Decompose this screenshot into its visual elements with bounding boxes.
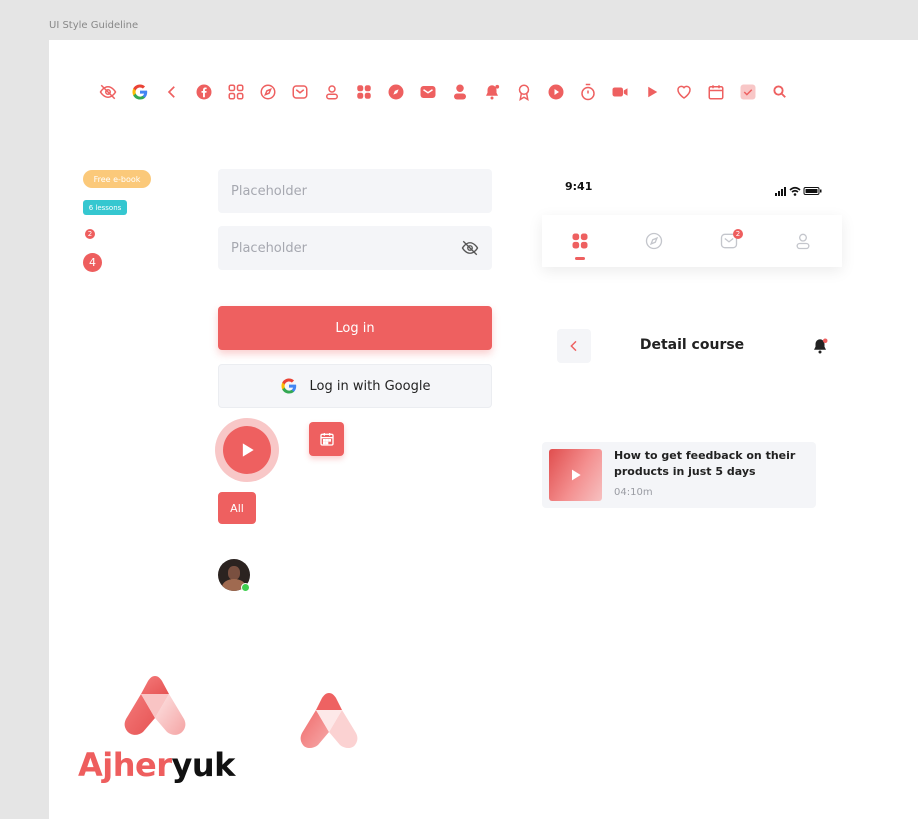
status-bar-icons [775,181,830,196]
play-icon [643,83,661,101]
text-input-placeholder: Placeholder [231,183,307,199]
play-icon [242,443,254,457]
tab-home[interactable] [570,231,590,251]
signal-icon [775,187,786,196]
chevron-left-icon [570,340,577,352]
tab-explore[interactable] [644,231,664,251]
eye-off-icon [99,83,117,101]
wifi-icon [789,186,801,196]
grid-filled-icon [572,233,588,249]
compass-filled-icon [387,83,405,101]
page-title: Detail course [639,337,745,353]
style-guide-canvas: Free e-book 6 lessons 2 4 Placeholder Pl… [49,40,918,819]
messages-count-badge: 2 [733,229,743,239]
status-bar-time: 9:41 [565,180,593,193]
course-card[interactable]: How to get feedback on their products in… [542,442,816,508]
large-count-badge: 4 [83,253,102,272]
compass-outline-icon [645,232,663,250]
award-icon [515,83,533,101]
google-login-label: Log in with Google [309,378,431,394]
brand-logo-mark [124,676,186,735]
notification-bell-icon[interactable] [811,337,829,355]
calendar-icon [319,433,334,446]
course-duration: 04:10m [614,487,653,498]
brand-wordmark-part2: yuk [171,746,236,784]
brand-wordmark-part1: Ajher [78,746,172,784]
eye-off-icon[interactable] [461,239,479,257]
facebook-icon [195,83,213,101]
mail-filled-icon [419,83,437,101]
play-button[interactable] [215,418,279,482]
grid-filled-icon [355,83,373,101]
brand-logo-mark-alt [300,693,358,748]
back-button[interactable] [557,329,591,363]
course-title: How to get feedback on their products in… [614,449,796,478]
compass-outline-icon [259,83,277,101]
chevron-left-icon [163,83,181,101]
battery-icon [803,187,822,195]
grid-outline-icon [227,83,245,101]
video-icon [611,83,629,101]
checkbox-icon [739,83,757,101]
google-icon [131,83,149,101]
free-ebook-badge: Free e-book [83,170,151,188]
user-outline-icon [796,233,810,250]
course-thumbnail [549,449,602,501]
google-login-button[interactable]: Log in with Google [218,364,492,408]
stopwatch-icon [579,83,597,101]
active-tab-indicator [575,257,585,260]
bottom-tab-bar: 2 [542,215,842,267]
user-filled-icon [451,83,469,101]
all-filter-chip[interactable]: All [218,492,256,524]
avatar-face [228,566,240,580]
online-status-dot [241,583,250,592]
calendar-button[interactable] [309,422,344,456]
password-input-placeholder: Placeholder [231,240,307,256]
text-input[interactable]: Placeholder [218,169,492,213]
play-button-inner [223,426,271,474]
play-circle-icon [547,83,565,101]
tab-profile[interactable] [793,231,813,251]
bell-filled-icon [483,83,501,101]
google-icon [280,377,298,395]
play-icon [571,469,581,481]
calendar-icon [707,83,725,101]
small-count-badge: 2 [85,229,95,239]
login-button[interactable]: Log in [218,306,492,350]
lessons-badge: 6 lessons [83,200,127,215]
brand-wordmark: Ajheryuk [78,745,235,785]
frame-label: UI Style Guideline [49,20,139,31]
user-outline-icon [323,83,341,101]
mail-outline-icon [291,83,309,101]
password-input[interactable]: Placeholder [218,226,492,270]
heart-icon [675,83,693,101]
search-icon [771,83,789,101]
